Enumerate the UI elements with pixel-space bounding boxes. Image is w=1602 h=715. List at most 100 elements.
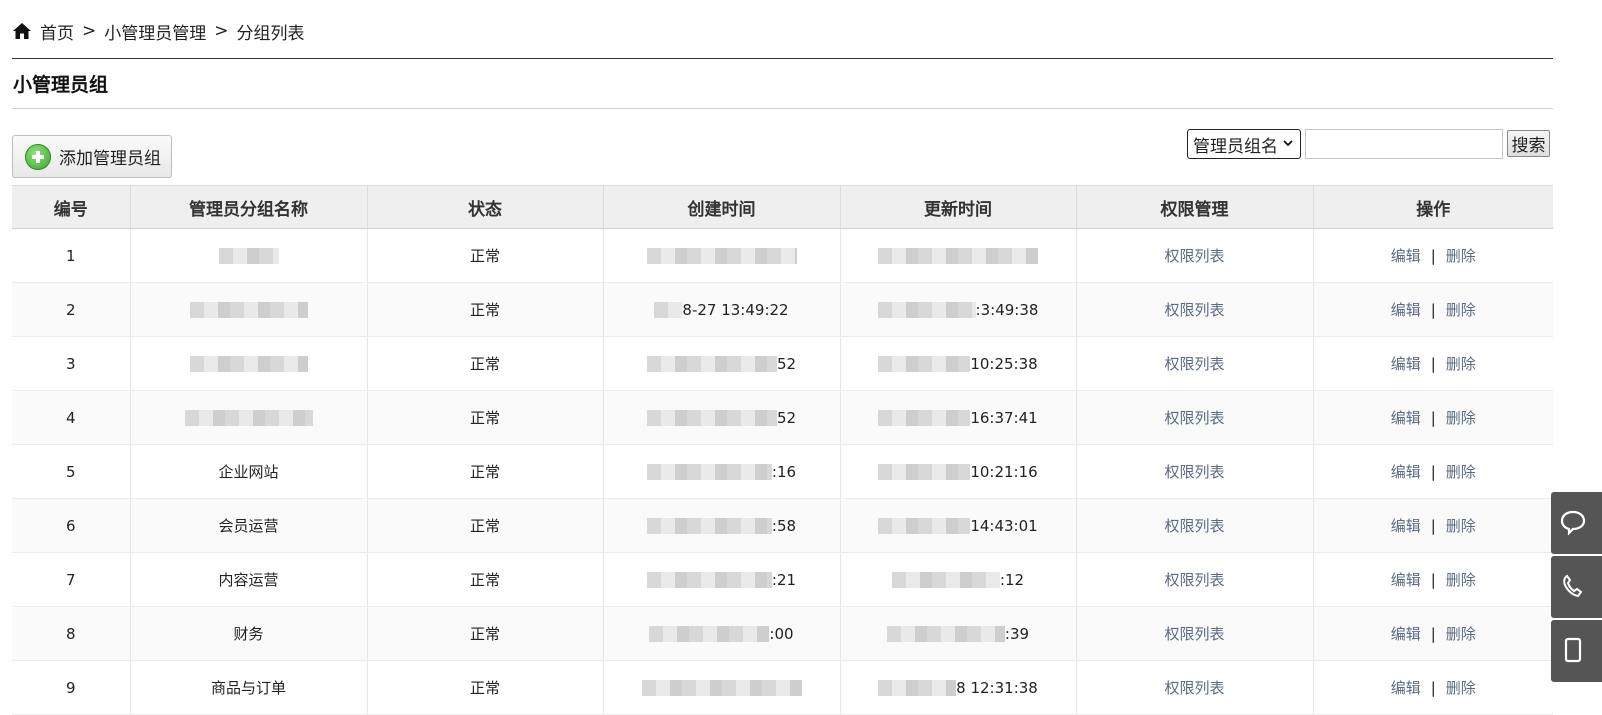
cell-created-text: :00 [769,624,794,643]
cell-created-text: 52 [776,408,797,427]
page-title: 小管理员组 [13,74,109,96]
delete-link[interactable]: 删除 [1446,247,1476,265]
cell-created-text: 8-27 13:49:22 [682,300,789,319]
action-separator: | [1430,625,1436,643]
search-field-select[interactable]: 管理员组名 [1187,129,1301,159]
header-name: 管理员分组名称 [130,185,368,229]
edit-link[interactable]: 编辑 [1391,301,1421,319]
cell-updated-text: 16:37:41 [970,408,1038,427]
cell-updated [840,228,1077,283]
cell-updated-text: 14:43:01 [970,516,1038,535]
header-id: 编号 [12,185,131,229]
cell-permissions: 权限列表 [1076,390,1314,445]
header-actions: 操作 [1313,185,1553,229]
cell-permissions: 权限列表 [1076,282,1314,337]
permission-list-link[interactable]: 权限列表 [1164,409,1224,427]
edit-link[interactable]: 编辑 [1391,247,1421,265]
side-float-phone[interactable] [1551,556,1602,618]
cell-updated: :12 [840,552,1077,607]
cell-id: 5 [12,444,131,499]
breadcrumb-separator: > [214,21,229,41]
cell-created-text: 52 [776,354,797,373]
cell-created-text: :21 [771,570,797,589]
home-icon[interactable] [12,22,32,40]
cell-actions: 编辑 | 删除 [1313,660,1553,715]
edit-link[interactable]: 编辑 [1391,355,1421,373]
cell-id: 9 [12,660,131,715]
add-group-button[interactable]: 添加管理员组 [12,135,172,178]
search-input[interactable] [1305,129,1503,159]
delete-link[interactable]: 删除 [1446,679,1476,697]
action-separator: | [1430,517,1436,535]
cell-status: 正常 [367,606,604,661]
permission-list-link[interactable]: 权限列表 [1164,355,1224,373]
cell-updated: 10:21:16 [840,444,1077,499]
edit-link[interactable]: 编辑 [1391,463,1421,481]
cell-name: 财务 [130,606,368,661]
cell-created: 52 [603,390,841,445]
cell-created: :58 [603,498,841,553]
cell-status: 正常 [367,552,604,607]
cell-name: 商品与订单 [130,660,368,715]
action-separator: | [1430,355,1436,373]
delete-link[interactable]: 删除 [1446,517,1476,535]
search-button[interactable]: 搜索 [1507,130,1550,157]
cell-updated: 16:37:41 [840,390,1077,445]
edit-link[interactable]: 编辑 [1391,625,1421,643]
delete-link[interactable]: 删除 [1446,409,1476,427]
action-separator: | [1430,679,1436,697]
cell-updated: 10:25:38 [840,336,1077,391]
cell-name-text: 财务 [233,625,264,643]
cell-name-text: 商品与订单 [210,679,286,697]
edit-link[interactable]: 编辑 [1391,409,1421,427]
cell-updated-text: :3:49:38 [975,300,1039,319]
action-separator: | [1430,409,1436,427]
chat-bubble-icon [1560,510,1586,536]
cell-actions: 编辑 | 删除 [1313,444,1553,499]
phone-icon [1563,574,1583,598]
permission-list-link[interactable]: 权限列表 [1164,625,1224,643]
cell-created: :21 [603,552,841,607]
cell-status: 正常 [367,660,604,715]
cell-created: :00 [603,606,841,661]
permission-list-link[interactable]: 权限列表 [1164,571,1224,589]
edit-link[interactable]: 编辑 [1391,517,1421,535]
delete-link[interactable]: 删除 [1446,571,1476,589]
action-separator: | [1430,247,1436,265]
header-status: 状态 [367,185,604,229]
chevron-down-icon [1283,140,1293,147]
cell-status: 正常 [367,336,604,391]
cell-created-text: :58 [771,516,797,535]
permission-list-link[interactable]: 权限列表 [1164,247,1224,265]
delete-link[interactable]: 删除 [1446,463,1476,481]
breadcrumb-separator: > [82,21,97,41]
edit-link[interactable]: 编辑 [1391,571,1421,589]
delete-link[interactable]: 删除 [1446,355,1476,373]
side-float-chat[interactable] [1551,492,1602,554]
group-table: 编号 管理员分组名称 状态 创建时间 更新时间 权限管理 操作 1 正常 权限列… [12,185,1553,715]
edit-link[interactable]: 编辑 [1391,679,1421,697]
cell-updated: 14:43:01 [840,498,1077,553]
table-row: 5 企业网站 正常 :16 10:21:16 权限列表 编辑 | 删除 [12,444,1553,499]
permission-list-link[interactable]: 权限列表 [1164,301,1224,319]
cell-id: 3 [12,336,131,391]
header-updated: 更新时间 [840,185,1077,229]
breadcrumb-section[interactable]: 小管理员管理 [104,19,206,44]
cell-updated-text: :12 [999,570,1025,589]
action-separator: | [1430,301,1436,319]
cell-status: 正常 [367,390,604,445]
cell-created [603,228,841,283]
action-separator: | [1430,463,1436,481]
side-float-mobile[interactable] [1551,620,1602,682]
cell-name [130,228,368,283]
delete-link[interactable]: 删除 [1446,625,1476,643]
permission-list-link[interactable]: 权限列表 [1164,463,1224,481]
cell-name [130,282,368,337]
cell-name: 企业网站 [130,444,368,499]
table-row: 2 正常 8-27 13:49:22 :3:49:38 权限列表 编辑 | 删除 [12,282,1553,337]
permission-list-link[interactable]: 权限列表 [1164,517,1224,535]
permission-list-link[interactable]: 权限列表 [1164,679,1224,697]
delete-link[interactable]: 删除 [1446,301,1476,319]
breadcrumb-home[interactable]: 首页 [40,19,74,44]
cell-permissions: 权限列表 [1076,228,1314,283]
